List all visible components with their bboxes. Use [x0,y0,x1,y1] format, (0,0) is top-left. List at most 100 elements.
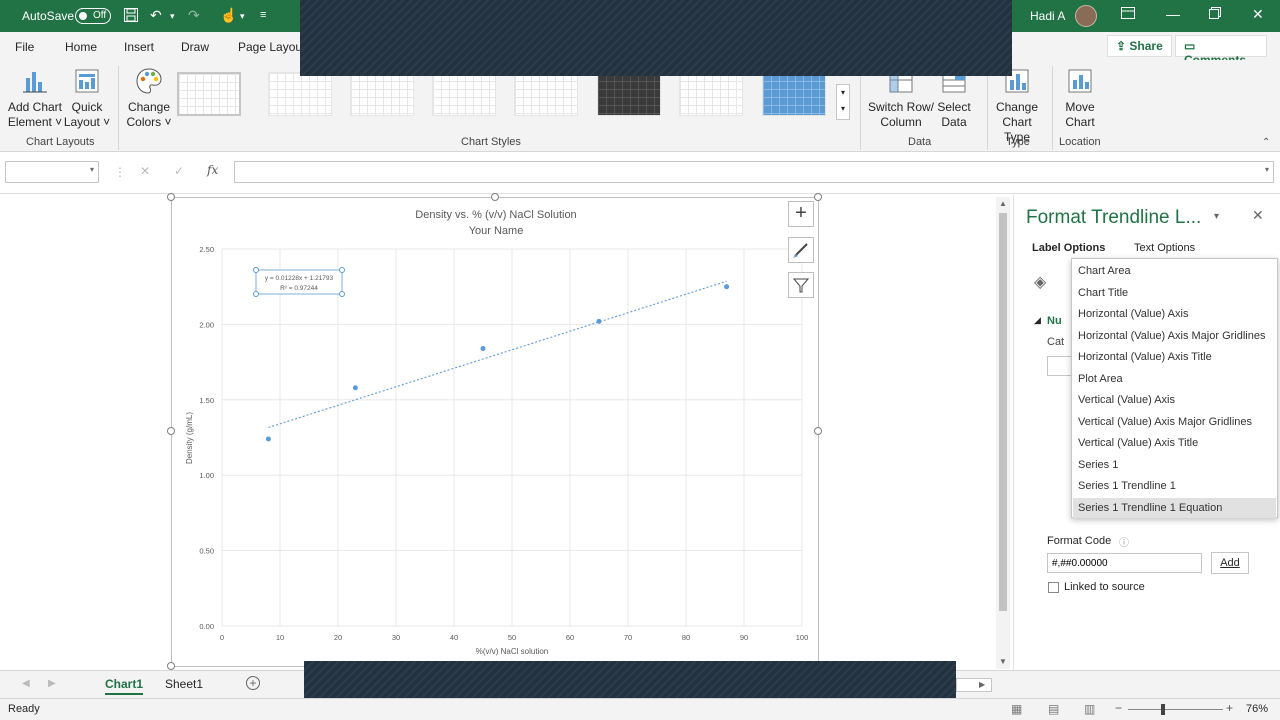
minimize-icon[interactable]: — [1166,6,1180,22]
chart-elements-dropdown[interactable]: Chart Area Chart Title Horizontal (Value… [1071,258,1278,518]
number-section-header[interactable]: Nu [1047,315,1062,327]
scrollbar-thumb[interactable] [999,213,1007,611]
insert-function-icon[interactable]: fx [207,163,218,177]
page-break-view-icon[interactable]: ▥ [1084,702,1095,716]
tab-home[interactable]: Home [65,40,97,54]
fill-line-icon[interactable]: ◈ [1034,272,1046,292]
dropdown-item[interactable]: Vertical (Value) Axis Major Gridlines [1078,416,1252,428]
prev-sheet-icon[interactable]: ◀ [22,678,30,689]
resize-handle[interactable] [167,193,175,201]
normal-view-icon[interactable]: ▦ [1011,702,1022,716]
chart-style-6[interactable] [597,72,661,116]
chart-style-7[interactable] [679,72,743,116]
info-icon[interactable]: ⓘ [1119,534,1129,549]
zoom-slider-thumb[interactable] [1161,704,1165,715]
chart-styles-scroll[interactable]: ▾ ▾ [836,84,850,120]
chart-elements-button[interactable]: + [788,201,814,227]
change-colors-button[interactable]: Change Colors ˅ [124,66,174,130]
page-layout-view-icon[interactable]: ▤ [1048,702,1059,716]
maximize-icon[interactable] [1209,6,1221,22]
chart-style-1[interactable] [177,72,241,116]
enter-icon[interactable]: ✓ [174,164,184,178]
text-options-tab[interactable]: Text Options [1134,242,1195,254]
chart-title[interactable]: Density vs. % (v/v) NaCl Solution [415,209,576,221]
add-format-code-button[interactable]: Add [1211,552,1249,574]
name-box-dropdown-icon[interactable]: ▾ [90,165,94,174]
change-chart-type-button[interactable]: Change Chart Type [988,66,1046,145]
resize-handle[interactable] [491,193,499,201]
cancel-icon[interactable]: ✕ [140,164,150,178]
move-chart-button[interactable]: Move Chart [1058,66,1102,130]
zoom-slider[interactable] [1128,709,1223,710]
dropdown-item-selected[interactable]: Series 1 Trendline 1 Equation [1078,502,1222,514]
dropdown-item[interactable]: Series 1 [1078,459,1118,471]
chart-style-5[interactable] [514,72,578,116]
next-sheet-icon[interactable]: ▶ [48,678,56,689]
chart-subtitle[interactable]: Your Name [469,225,524,237]
label-options-tab[interactable]: Label Options [1032,242,1105,254]
undo-dropdown-icon[interactable]: ▾ [170,11,175,22]
format-code-input[interactable] [1047,553,1202,573]
zoom-out-icon[interactable]: − [1115,701,1122,715]
tab-file[interactable]: File [15,40,34,54]
collapse-section-icon[interactable]: ◢ [1034,315,1041,326]
resize-handle[interactable] [814,193,822,201]
linked-to-source-checkbox[interactable] [1048,582,1059,593]
redo-icon[interactable]: ↷ [188,7,200,24]
chart-style-3[interactable] [350,72,414,116]
sheet-tab-chart1[interactable]: Chart1 [105,677,144,695]
expand-formula-icon[interactable]: ▾ [1265,165,1269,174]
dropdown-item[interactable]: Horizontal (Value) Axis Title [1078,351,1212,363]
dropdown-item[interactable]: Plot Area [1078,373,1123,385]
dropdown-item[interactable]: Chart Area [1078,265,1131,277]
chart-area[interactable]: Density vs. % (v/v) NaCl Solution Your N… [171,197,819,667]
resize-handle[interactable] [167,662,175,670]
name-box[interactable]: ▾ [5,161,99,183]
tab-insert[interactable]: Insert [124,40,154,54]
avatar[interactable] [1075,5,1097,27]
scroll-down-icon[interactable]: ▼ [999,657,1007,666]
data-series[interactable] [265,284,730,442]
undo-icon[interactable]: ↶ [150,7,162,24]
quick-layout-button[interactable]: Quick Layout ˅ [62,66,112,130]
collapse-ribbon-icon[interactable]: ⌃ [1262,137,1270,148]
touch-dropdown-icon[interactable]: ▾ [240,11,245,22]
chart-style-8[interactable] [762,72,826,116]
dropdown-item[interactable]: Vertical (Value) Axis [1078,394,1175,406]
comments-button[interactable]: ▭ Comments [1175,35,1267,67]
scroll-up-icon[interactable]: ▲ [999,199,1007,208]
trendline-equation-label[interactable]: y = 0.01228x + 1.21793 R² = 0.97244 [253,267,345,297]
dropdown-item[interactable]: Horizontal (Value) Axis Major Gridlines [1078,330,1265,342]
formula-input[interactable]: ▾ [234,161,1274,183]
zoom-level[interactable]: 76% [1246,703,1268,715]
tab-page-layout[interactable]: Page Layou [238,40,302,54]
dropdown-item[interactable]: Vertical (Value) Axis Title [1078,437,1198,449]
chart-style-4[interactable] [432,72,496,116]
y-axis-title[interactable]: Density (g/mL) [185,412,194,464]
resize-handle[interactable] [814,427,822,435]
dropdown-item[interactable]: Series 1 Trendline 1 [1078,480,1176,492]
chart-styles-button[interactable] [788,237,814,263]
add-chart-element-button[interactable]: Add Chart Element ˅ [6,66,64,130]
tab-draw[interactable]: Draw [181,40,209,54]
save-icon[interactable] [123,7,139,26]
scroll-right-icon[interactable]: ▶ [979,680,985,689]
x-axis-title[interactable]: %(v/v) NaCl solution [476,647,548,656]
pane-options-dropdown-icon[interactable]: ▾ [1214,211,1219,222]
share-button[interactable]: ⇪ Share [1107,35,1172,57]
dropdown-item[interactable]: Horizontal (Value) Axis [1078,308,1188,320]
new-sheet-icon[interactable]: + [246,676,260,690]
chart-filters-button[interactable] [788,272,814,298]
vertical-scrollbar[interactable]: ▲ ▼ [996,197,1010,669]
customize-toolbar-icon[interactable]: ≡ [260,9,266,21]
zoom-in-icon[interactable]: + [1226,701,1233,715]
autosave-toggle[interactable]: Off [75,8,111,24]
touch-mode-icon[interactable]: ☝ [220,7,237,24]
close-icon[interactable]: ✕ [1252,6,1264,23]
trendline[interactable] [268,280,727,429]
ribbon-display-icon[interactable] [1121,6,1135,22]
horizontal-scrollbar[interactable]: ▶ [956,678,992,692]
chart-style-2[interactable] [268,72,332,116]
resize-handle[interactable] [167,427,175,435]
sheet-tab-sheet1[interactable]: Sheet1 [165,677,203,691]
